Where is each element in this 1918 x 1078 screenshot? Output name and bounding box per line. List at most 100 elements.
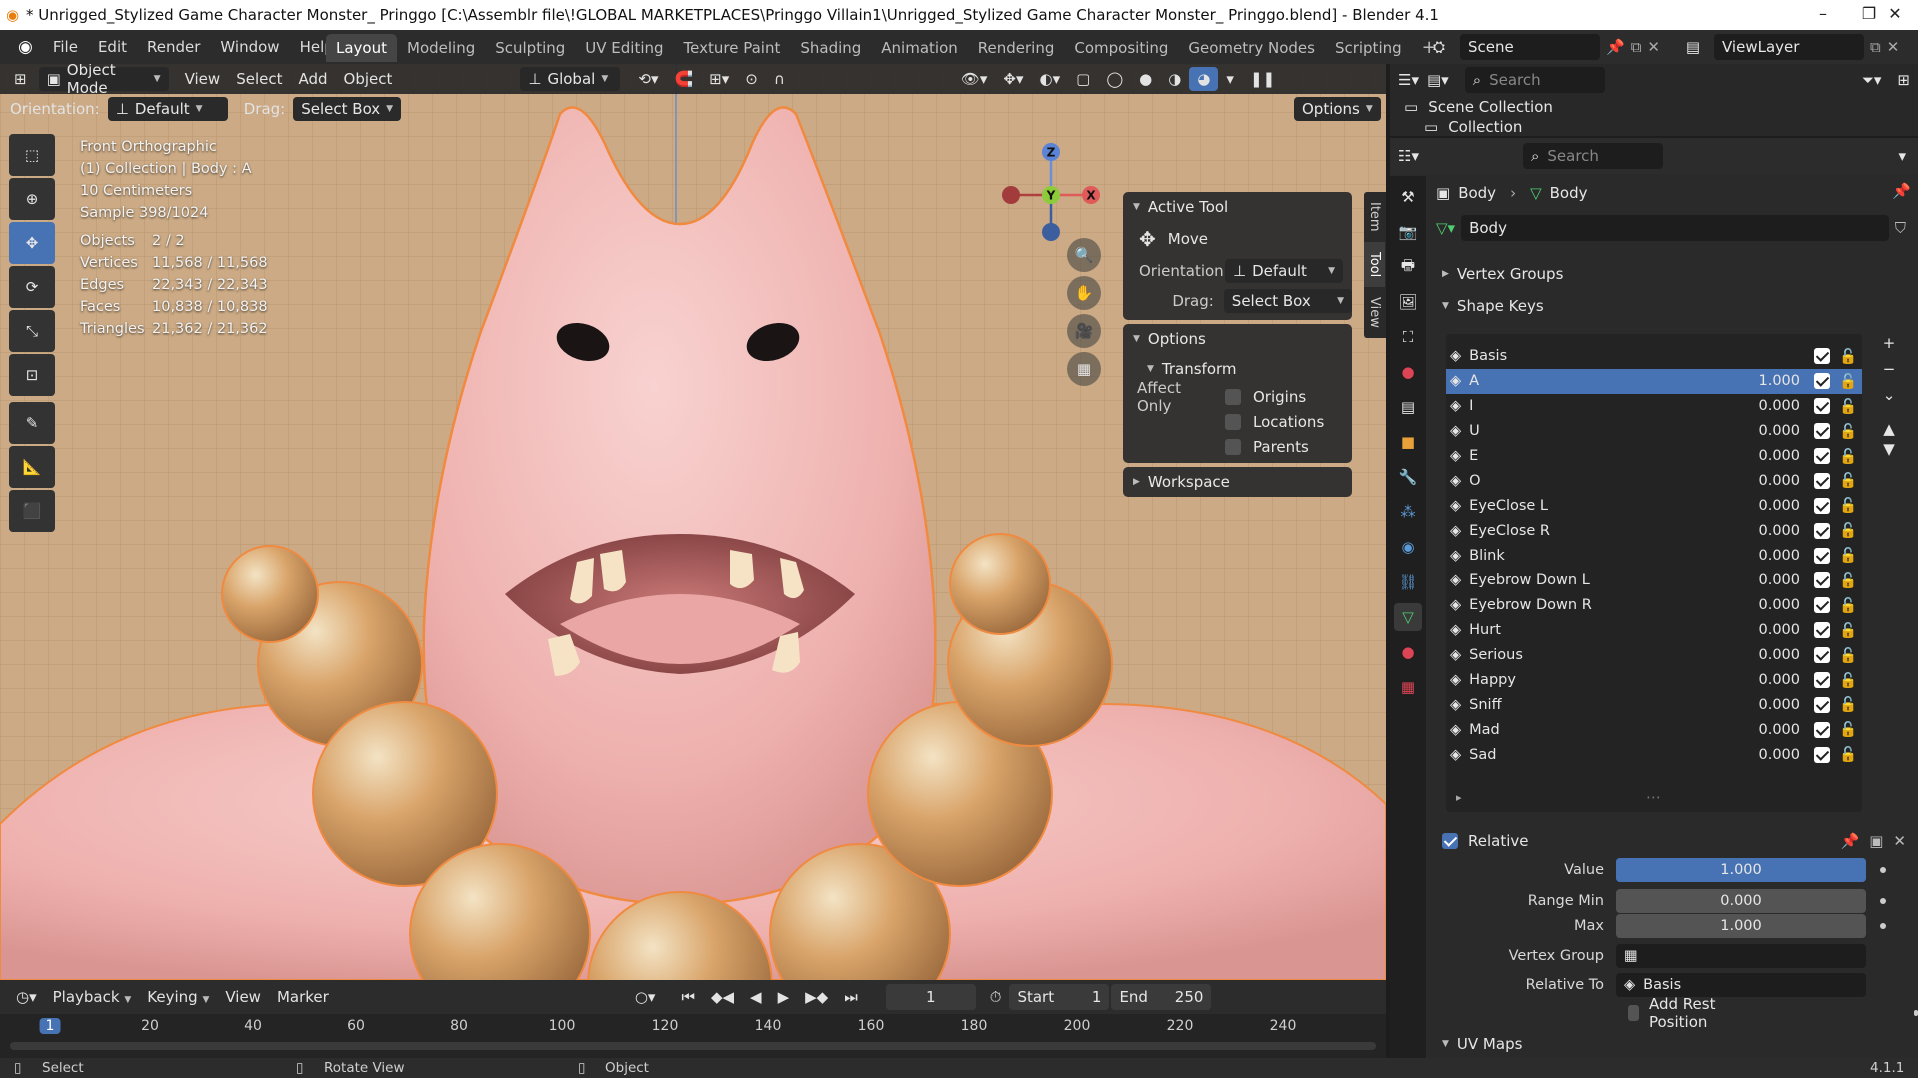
gizmo-neg-x[interactable] <box>1002 186 1020 204</box>
shape-key-value[interactable]: 0.000 <box>1730 473 1810 489</box>
proportional-editing-icon[interactable]: ⊙ <box>737 67 766 91</box>
shape-key-value[interactable]: 0.000 <box>1730 498 1810 514</box>
minimize-button[interactable]: – <box>1800 4 1846 23</box>
shape-key-list[interactable]: ◈ Basis 🔓 ◈ A 1.000 🔓 ◈ I 0.000 🔓 ◈ U 0.000 🔓 ◈ E 0.000 🔓 ◈… <box>1446 334 1862 812</box>
shape-key-value[interactable]: 0.000 <box>1730 572 1810 588</box>
lock-icon[interactable]: 🔓 <box>1834 696 1862 713</box>
timer-icon[interactable]: ⏱ <box>982 985 1010 1009</box>
lock-icon[interactable]: 🔓 <box>1834 622 1862 639</box>
add-cube-tool[interactable]: ⬛ <box>9 490 55 532</box>
menu-view[interactable]: View <box>177 67 229 91</box>
shape-key-mute-checkbox[interactable] <box>1814 622 1830 639</box>
tab-constraints[interactable]: ⛓ <box>1394 568 1422 596</box>
tab-world[interactable]: ● <box>1394 358 1422 386</box>
list-resize-handle-icon[interactable]: ⋯ <box>1646 788 1661 806</box>
shape-key-row[interactable]: ◈ Mad 0.000 🔓 <box>1446 717 1862 742</box>
new-scene-icon[interactable]: ⧉ <box>1631 34 1642 60</box>
overlay-toggle-icon[interactable]: ◐▾ <box>1032 67 1069 91</box>
orientation-dropdown[interactable]: ⊥ Default ▼ <box>107 97 228 121</box>
filter-icon[interactable]: ⏷▾ <box>1862 71 1882 89</box>
move-tool[interactable]: ✥ <box>9 222 55 264</box>
shape-key-name[interactable]: Eyebrow Down L <box>1461 572 1730 588</box>
shape-key-mute-checkbox[interactable] <box>1814 423 1830 440</box>
shape-key-mute-checkbox[interactable] <box>1814 672 1830 689</box>
shape-key-row[interactable]: ◈ Blink 0.000 🔓 <box>1446 543 1862 568</box>
keyframe-dot-icon[interactable] <box>1880 867 1886 873</box>
shape-key-mute-checkbox[interactable] <box>1814 647 1830 664</box>
shape-key-mute-checkbox[interactable] <box>1814 448 1830 464</box>
shape-key-row[interactable]: ◈ Eyebrow Down L 0.000 🔓 <box>1446 568 1862 593</box>
shape-key-name[interactable]: I <box>1461 398 1730 414</box>
breadcrumb-object[interactable]: Body <box>1458 184 1496 202</box>
move-down-icon[interactable]: ▼ <box>1874 440 1904 460</box>
lock-icon[interactable]: 🔓 <box>1834 572 1862 589</box>
list-filter-toggle-icon[interactable]: ▸ <box>1456 791 1462 804</box>
shape-key-mute-checkbox[interactable] <box>1814 472 1830 489</box>
shape-key-name[interactable]: Basis <box>1461 348 1730 364</box>
tab-layout[interactable]: Layout <box>326 34 397 62</box>
gizmo-neg-z[interactable] <box>1042 223 1060 241</box>
lock-icon[interactable]: 🔓 <box>1834 746 1862 763</box>
tab-view[interactable]: View <box>1364 287 1385 338</box>
3d-viewport[interactable]: ⊞ ▣ Object Mode ▼ View Select Add Object… <box>0 64 1386 980</box>
fake-user-shield-icon[interactable]: ⛉ <box>1895 219 1906 237</box>
shape-key-name[interactable]: U <box>1461 423 1730 439</box>
tab-material[interactable]: ● <box>1394 638 1422 666</box>
relative-to-field[interactable]: ◈ Basis <box>1616 973 1866 997</box>
mesh-datablock-field[interactable]: Body <box>1461 215 1889 241</box>
shape-key-row[interactable]: ◈ Eyebrow Down R 0.000 🔓 <box>1446 593 1862 618</box>
timeline-editor-icon[interactable]: ◷▾ <box>8 985 45 1009</box>
shape-key-row[interactable]: ◈ EyeClose R 0.000 🔓 <box>1446 518 1862 543</box>
shape-key-name[interactable]: Sniff <box>1461 697 1730 713</box>
lock-icon[interactable]: 🔓 <box>1834 547 1862 564</box>
shape-key-row[interactable]: ◈ Happy 0.000 🔓 <box>1446 668 1862 693</box>
shape-key-value[interactable]: 0.000 <box>1730 747 1810 763</box>
wireframe-shading-icon[interactable]: ◯ <box>1098 67 1131 91</box>
shape-key-value[interactable]: 0.000 <box>1730 722 1810 738</box>
delete-scene-icon[interactable]: ✕ <box>1647 34 1660 60</box>
tab-shading[interactable]: Shading <box>790 34 871 62</box>
tab-texture[interactable]: ▦ <box>1394 673 1422 701</box>
transform-orientation-dropdown[interactable]: ⊥ Global ▼ <box>520 67 621 91</box>
active-tool-header[interactable]: ▼ Active Tool <box>1123 192 1352 222</box>
shape-key-row[interactable]: ◈ I 0.000 🔓 <box>1446 394 1862 419</box>
camera-view-button[interactable]: 🎥 <box>1067 314 1101 348</box>
shape-key-value[interactable]: 0.000 <box>1730 622 1810 638</box>
menu-add[interactable]: Add <box>290 67 335 91</box>
shape-key-row[interactable]: ◈ Hurt 0.000 🔓 <box>1446 618 1862 643</box>
shape-key-name[interactable]: Eyebrow Down R <box>1461 597 1730 613</box>
tab-output[interactable]: 🖶 <box>1394 253 1422 281</box>
close-button[interactable]: ✕ <box>1872 4 1918 23</box>
gizmo-toggle-icon[interactable]: ✥▾ <box>995 67 1031 91</box>
cursor-tool[interactable]: ⊕ <box>9 178 55 220</box>
tab-render[interactable]: 📷 <box>1394 218 1422 246</box>
ortho-toggle-button[interactable]: ▦ <box>1067 352 1101 386</box>
lock-icon[interactable]: 🔓 <box>1834 522 1862 539</box>
shape-key-value[interactable]: 0.000 <box>1730 697 1810 713</box>
measure-tool[interactable]: 📐 <box>9 446 55 488</box>
parents-checkbox[interactable] <box>1225 438 1241 455</box>
tab-sculpting[interactable]: Sculpting <box>485 34 575 62</box>
shape-key-name[interactable]: A <box>1461 373 1730 389</box>
shape-key-name[interactable]: Serious <box>1461 647 1730 663</box>
remove-shape-key-icon[interactable]: − <box>1874 360 1904 386</box>
orientation-dropdown[interactable]: ⊥ Default ▼ <box>1225 259 1343 283</box>
snap-icon[interactable]: 🧲 <box>666 67 701 91</box>
zoom-button[interactable]: 🔍 <box>1067 238 1101 272</box>
timeline-ruler[interactable]: 1 20 40 60 80 100 120 140 160 180 200 22… <box>0 1014 1386 1040</box>
tab-particles[interactable]: ⁂ <box>1394 498 1422 526</box>
prev-keyframe-icon[interactable]: ◆◀ <box>703 985 742 1009</box>
menu-keying[interactable]: Keying ▼ <box>139 985 217 1009</box>
specials-menu-icon[interactable]: ⌄ <box>1874 386 1904 420</box>
menu-marker[interactable]: Marker <box>269 985 337 1009</box>
shape-key-row[interactable]: ◈ EyeClose L 0.000 🔓 <box>1446 493 1862 518</box>
add-rest-position-checkbox[interactable] <box>1628 1005 1639 1021</box>
tab-scene[interactable]: ⛶ <box>1394 323 1422 351</box>
transform-tool[interactable]: ⊡ <box>9 354 55 396</box>
outliner-editor-icon[interactable]: ☰▾ <box>1398 71 1419 89</box>
options-dropdown[interactable]: Options ▼ <box>1294 97 1381 121</box>
properties-editor-icon[interactable]: ☷▾ <box>1398 147 1419 165</box>
shape-key-row[interactable]: ◈ U 0.000 🔓 <box>1446 419 1862 444</box>
shape-key-value[interactable]: 0.000 <box>1730 597 1810 613</box>
new-viewlayer-icon[interactable]: ⧉ <box>1870 34 1881 60</box>
